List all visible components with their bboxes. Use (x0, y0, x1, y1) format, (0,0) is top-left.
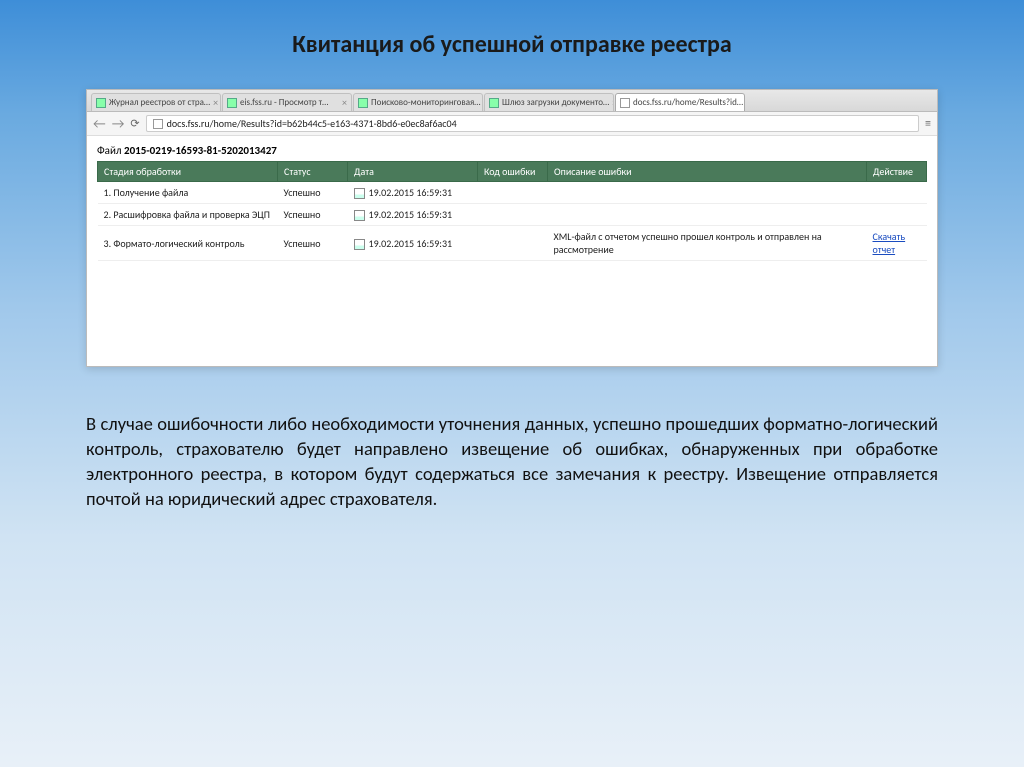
url-text: docs.fss.ru/home/Results?id=b62b44c5-e16… (167, 117, 457, 130)
page-icon (620, 98, 630, 108)
cell-action (867, 204, 927, 226)
cell-action (867, 182, 927, 204)
calendar-icon (354, 239, 365, 250)
cell-date: 19.02.2015 16:59:31 (348, 204, 478, 226)
cell-err-desc (548, 182, 867, 204)
tab-label: Поисково-мониторинговая… (371, 97, 481, 108)
file-name: 2015-0219-16593-81-5202013427 (124, 144, 277, 157)
close-icon[interactable]: × (213, 98, 218, 108)
calendar-icon (354, 188, 365, 199)
col-header-stage: Стадия обработки (98, 162, 278, 182)
cell-stage: 2. Расшифровка файла и проверка ЭЦП (98, 204, 278, 226)
close-icon[interactable]: × (612, 98, 614, 108)
calendar-icon (354, 210, 365, 221)
tab-label: Шлюз загрузки документо… (502, 97, 609, 108)
page-icon (153, 119, 163, 129)
reload-icon[interactable]: ⟳ (130, 117, 139, 130)
browser-tab[interactable]: Поисково-мониторинговая… × (353, 93, 483, 111)
col-header-status: Статус (278, 162, 348, 182)
file-prefix: Файл (97, 144, 122, 157)
cell-err-code (478, 204, 548, 226)
favicon-icon (489, 98, 499, 108)
browser-window: Журнал реестров от стра… × eis.fss.ru - … (86, 89, 938, 367)
cell-date: 19.02.2015 16:59:31 (348, 182, 478, 204)
processing-table: Стадия обработки Статус Дата Код ошибки … (97, 161, 927, 261)
cell-err-desc: XML-файл с отчетом успешно прошел контро… (548, 226, 867, 261)
address-bar: ← → ⟳ docs.fss.ru/home/Results?id=b62b44… (87, 112, 937, 136)
col-header-err-desc: Описание ошибки (548, 162, 867, 182)
col-header-date: Дата (348, 162, 478, 182)
slide-title: Квитанция об успешной отправке реестра (0, 0, 1024, 79)
cell-stage: 3. Формато-логический контроль (98, 226, 278, 261)
tab-label: eis.fss.ru - Просмотр т… (240, 97, 328, 108)
tab-label: docs.fss.ru/home/Results?id… (633, 97, 743, 108)
cell-status: Успешно (278, 182, 348, 204)
forward-icon[interactable]: → (112, 117, 125, 131)
file-label: Файл 2015-0219-16593-81-5202013427 (97, 144, 927, 157)
cell-err-code (478, 182, 548, 204)
cell-action: Скачать отчет (867, 226, 927, 261)
browser-tab[interactable]: Шлюз загрузки документо… × (484, 93, 614, 111)
tab-label: Журнал реестров от стра… (109, 97, 210, 108)
tab-strip: Журнал реестров от стра… × eis.fss.ru - … (87, 90, 937, 112)
slide-body-text: В случае ошибочности либо необходимости … (86, 412, 938, 512)
favicon-icon (96, 98, 106, 108)
url-input[interactable]: docs.fss.ru/home/Results?id=b62b44c5-e16… (146, 115, 919, 132)
favicon-icon (227, 98, 237, 108)
back-icon[interactable]: ← (93, 117, 106, 131)
cell-status: Успешно (278, 204, 348, 226)
close-icon[interactable]: × (342, 98, 347, 108)
browser-tab[interactable]: eis.fss.ru - Просмотр т… × (222, 93, 352, 111)
cell-stage: 1. Получение файла (98, 182, 278, 204)
cell-status: Успешно (278, 226, 348, 261)
browser-tab-active[interactable]: docs.fss.ru/home/Results?id… × (615, 93, 745, 111)
cell-date: 19.02.2015 16:59:31 (348, 226, 478, 261)
col-header-err-code: Код ошибки (478, 162, 548, 182)
col-header-action: Действие (867, 162, 927, 182)
page-content: Файл 2015-0219-16593-81-5202013427 Стади… (87, 136, 937, 366)
table-row: 3. Формато-логический контроль Успешно 1… (98, 226, 927, 261)
favicon-icon (358, 98, 368, 108)
cell-err-desc (548, 204, 867, 226)
download-report-link[interactable]: Скачать отчет (873, 230, 906, 256)
menu-icon[interactable]: ≡ (925, 117, 931, 131)
browser-tab[interactable]: Журнал реестров от стра… × (91, 93, 221, 111)
cell-err-code (478, 226, 548, 261)
table-row: 1. Получение файла Успешно 19.02.2015 16… (98, 182, 927, 204)
table-row: 2. Расшифровка файла и проверка ЭЦП Успе… (98, 204, 927, 226)
